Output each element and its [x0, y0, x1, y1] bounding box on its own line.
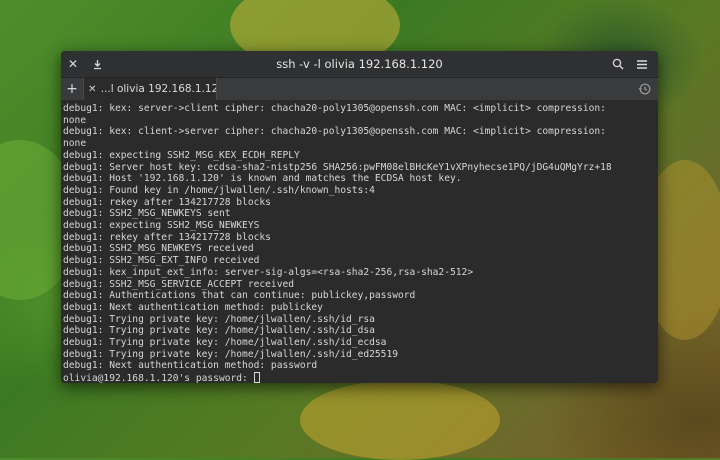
terminal-line: debug1: SSH2_MSG_NEWKEYS received [63, 243, 254, 255]
terminal-line: debug1: rekey after 134217728 blocks [63, 231, 271, 243]
menu-icon[interactable] [630, 52, 654, 76]
terminal-line: none [63, 138, 87, 150]
terminal-line: debug1: kex_input_ext_info: server-sig-a… [63, 266, 474, 278]
download-icon[interactable] [85, 52, 109, 76]
terminal-line: debug1: kex: server->client cipher: chac… [63, 103, 606, 114]
window-title: ssh -v -l olivia 192.168.1.120 [276, 57, 443, 71]
history-icon[interactable] [638, 81, 652, 100]
terminal-window: ✕ ssh -v -l olivia 192.168.1.120 + ✕ ...… [61, 51, 658, 383]
terminal-line: none [63, 114, 87, 126]
terminal-line: debug1: SSH2_MSG_NEWKEYS sent [63, 208, 231, 220]
terminal-line: debug1: Host '192.168.1.120' is known an… [63, 173, 462, 185]
tab-label: ...l olivia 192.168.1.120 [100, 83, 216, 95]
tab-ssh-session[interactable]: ✕ ...l olivia 192.168.1.120 [83, 78, 217, 100]
terminal-line: debug1: expecting SSH2_MSG_KEX_ECDH_REPL… [63, 149, 300, 161]
terminal-line: debug1: Next authentication method: publ… [63, 301, 323, 313]
password-prompt: olivia@192.168.1.120's password: [63, 373, 254, 383]
password-prompt-line[interactable]: olivia@192.168.1.120's password: [63, 372, 656, 383]
terminal-line: debug1: kex: client->server cipher: chac… [63, 126, 606, 138]
terminal-line: debug1: Trying private key: /home/jlwall… [63, 337, 387, 349]
wallpaper-shape [300, 380, 500, 460]
close-window-icon[interactable]: ✕ [61, 52, 85, 76]
terminal-line: debug1: SSH2_MSG_EXT_INFO received [63, 255, 260, 267]
terminal-line: debug1: Trying private key: /home/jlwall… [63, 348, 399, 360]
terminal-line: debug1: Found key in /home/jlwallen/.ssh… [63, 184, 375, 196]
title-bar[interactable]: ✕ ssh -v -l olivia 192.168.1.120 [61, 51, 658, 78]
terminal-line: debug1: expecting SSH2_MSG_NEWKEYS [63, 220, 260, 232]
search-icon[interactable] [606, 52, 630, 76]
new-tab-icon[interactable]: + [61, 78, 83, 100]
terminal-line: debug1: Trying private key: /home/jlwall… [63, 325, 375, 337]
terminal-line: debug1: Next authentication method: pass… [63, 360, 318, 372]
terminal-line: debug1: Server host key: ecdsa-sha2-nist… [63, 161, 612, 173]
text-cursor [253, 372, 260, 383]
terminal-line: debug1: rekey after 134217728 blocks [63, 196, 271, 208]
tab-bar: + ✕ ...l olivia 192.168.1.120 [61, 78, 658, 101]
terminal-output[interactable]: debug1: kex: server->client cipher: chac… [61, 101, 658, 383]
terminal-line: debug1: Authentications that can continu… [63, 290, 416, 302]
terminal-line: debug1: Trying private key: /home/jlwall… [63, 313, 375, 325]
close-tab-icon[interactable]: ✕ [84, 84, 101, 95]
terminal-line: debug1: SSH2_MSG_SERVICE_ACCEPT received [63, 278, 295, 290]
